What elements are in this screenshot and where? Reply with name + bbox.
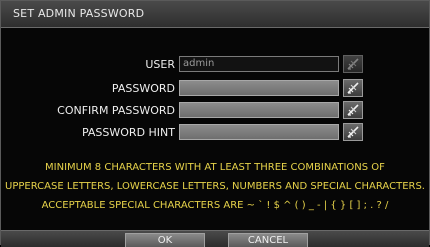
password-field[interactable] <box>179 80 339 96</box>
confirm-password-row: CONFIRM PASSWORD <box>1 101 429 120</box>
user-keyboard-button <box>343 55 363 73</box>
dialog-footer <box>1 230 429 247</box>
virtual-keyboard-icon <box>347 104 359 116</box>
password-hint-row: PASSWORD HINT <box>1 123 429 142</box>
user-field: admin <box>179 56 339 72</box>
password-row: PASSWORD <box>1 79 429 98</box>
user-label: USER <box>145 58 175 71</box>
virtual-keyboard-icon <box>347 58 359 70</box>
password-rule-line-3: ACCEPTABLE SPECIAL CHARACTERS ARE ~ ` ! … <box>41 200 389 211</box>
password-hint-keyboard-button[interactable] <box>343 123 363 141</box>
virtual-keyboard-icon <box>347 126 359 138</box>
dialog-title-bar: SET ADMIN PASSWORD <box>1 1 429 28</box>
dialog-title: SET ADMIN PASSWORD <box>13 7 145 20</box>
password-rule-line-1: MINIMUM 8 CHARACTERS WITH AT LEAST THREE… <box>45 162 385 173</box>
password-rule-line-2: UPPERCASE LETTERS, LOWERCASE LETTERS, NU… <box>5 181 425 192</box>
password-keyboard-button[interactable] <box>343 79 363 97</box>
password-hint-field[interactable] <box>179 124 339 140</box>
password-label: PASSWORD <box>111 82 175 95</box>
confirm-password-field[interactable] <box>179 102 339 118</box>
confirm-password-label: CONFIRM PASSWORD <box>57 104 175 117</box>
virtual-keyboard-icon <box>347 82 359 94</box>
confirm-password-keyboard-button[interactable] <box>343 101 363 119</box>
user-row: USER admin <box>1 55 429 74</box>
password-hint-label: PASSWORD HINT <box>81 126 175 139</box>
set-admin-password-dialog: SET ADMIN PASSWORD USER admin PASSWORD C… <box>0 0 430 247</box>
